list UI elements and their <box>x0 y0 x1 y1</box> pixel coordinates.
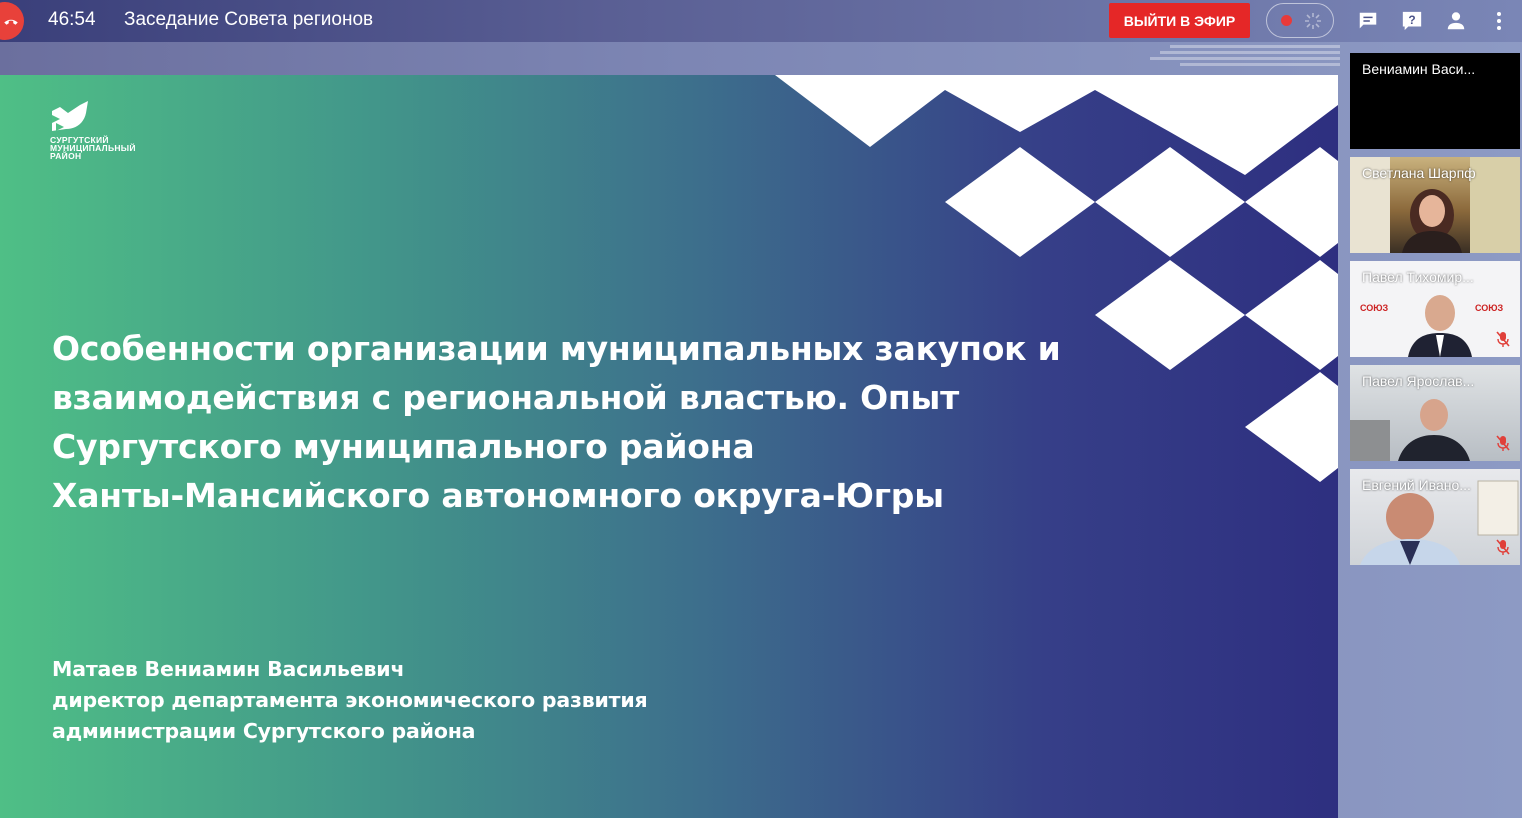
more-icon[interactable] <box>1492 10 1506 32</box>
participant-tile[interactable]: Светлана Шарпф <box>1350 157 1520 253</box>
participant-name: Павел Ярослав... <box>1362 373 1475 389</box>
record-icon <box>1281 15 1292 26</box>
top-bar: 46:54 Заседание Совета регионов ВЫЙТИ В … <box>0 0 1522 42</box>
mic-off-icon <box>1496 539 1510 555</box>
logo-text: СУРГУТСКИЙ МУНИЦИПАЛЬНЫЙ РАЙОН <box>50 135 136 161</box>
go-live-button[interactable]: ВЫЙТИ В ЭФИР <box>1109 3 1250 38</box>
svg-text:СОЮЗ: СОЮЗ <box>1360 303 1389 313</box>
slide-author: Матаев Вениамин Васильевич директор депа… <box>52 657 648 743</box>
participant-name: Павел Тихомир... <box>1362 269 1474 285</box>
decorative-stripes <box>1150 42 1340 74</box>
participants-icon[interactable] <box>1445 10 1467 32</box>
hangup-button[interactable] <box>0 2 24 40</box>
screen-off-icon <box>1305 13 1321 29</box>
participant-tile[interactable]: СОЮЗ СОЮЗ Павел Тихомир... <box>1350 261 1520 357</box>
participant-name: Светлана Шарпф <box>1362 165 1476 181</box>
help-icon[interactable]: ? <box>1401 10 1423 32</box>
presentation-slide: СУРГУТСКИЙ МУНИЦИПАЛЬНЫЙ РАЙОН Особеннос… <box>0 75 1338 818</box>
surgut-logo-icon <box>52 101 88 131</box>
mic-off-icon <box>1496 435 1510 451</box>
svg-text:СОЮЗ: СОЮЗ <box>1475 303 1504 313</box>
mic-off-icon <box>1496 331 1510 347</box>
chat-icon[interactable] <box>1357 10 1379 32</box>
hangup-icon <box>4 19 18 25</box>
meeting-title: Заседание Совета регионов <box>124 9 374 30</box>
participant-tile[interactable]: Павел Ярослав... <box>1350 365 1520 461</box>
svg-text:?: ? <box>1408 13 1415 27</box>
participant-tile[interactable]: Евгений Ивано... <box>1350 469 1520 565</box>
slide-title: Особенности организации муниципальных за… <box>52 329 1061 515</box>
participant-name: Евгений Ивано... <box>1362 477 1471 493</box>
call-timer: 46:54 <box>48 9 96 30</box>
participant-name: Вениамин Васи... <box>1362 61 1476 77</box>
participant-tile[interactable]: Вениамин Васи... <box>1350 53 1520 149</box>
record-toggle[interactable] <box>1266 3 1334 38</box>
